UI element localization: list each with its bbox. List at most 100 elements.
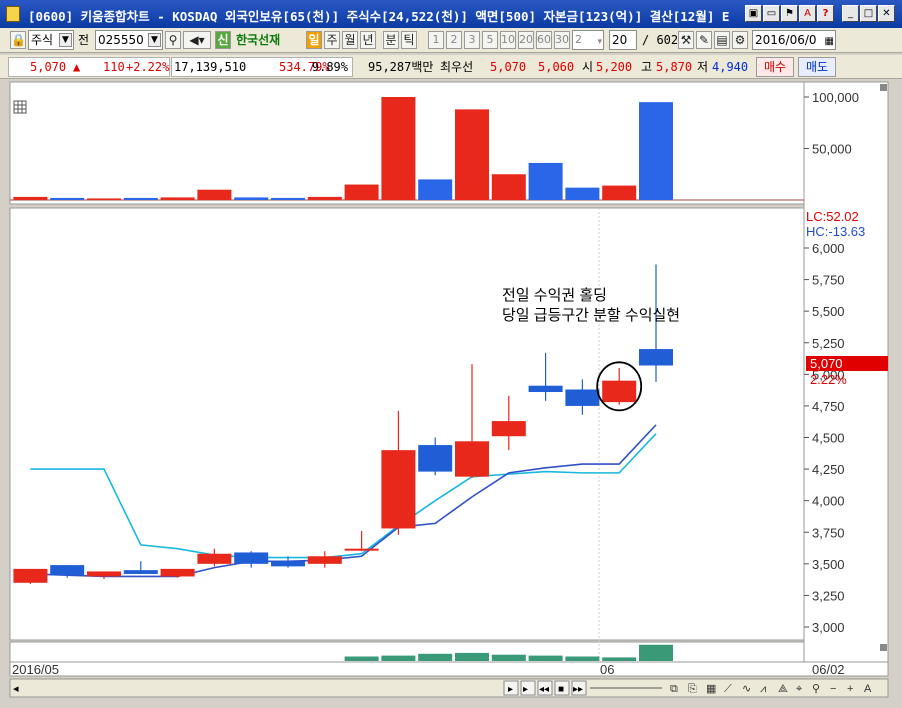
grid-icon[interactable]: [13, 100, 27, 114]
interval-10[interactable]: 10: [500, 31, 516, 49]
interval-3[interactable]: 3: [464, 31, 480, 49]
draw-icon[interactable]: ✎: [696, 31, 712, 49]
interval-20[interactable]: 20: [518, 31, 534, 49]
volume-bar: [418, 179, 453, 200]
tile-icon[interactable]: ▣: [745, 5, 762, 22]
tab-minute[interactable]: 분: [383, 31, 399, 49]
grid-toggle-icon[interactable]: ▦: [706, 683, 716, 695]
tab-tick[interactable]: 틱: [401, 31, 417, 49]
x-label-end: 06/02: [812, 662, 845, 677]
macd-bar: [565, 656, 600, 661]
title-bar: [0600] 키움종합차트 - KOSDAQ 외국인보유[65(천)] 주식수[…: [0, 0, 902, 28]
volume-bar: [13, 196, 48, 200]
total-count: / 602: [642, 33, 679, 47]
cursor-icon[interactable]: ⌖: [796, 683, 802, 695]
window-icon[interactable]: ▭: [763, 5, 780, 22]
flag-icon[interactable]: ⚑: [781, 5, 798, 22]
zoom-icon[interactable]: ⚲: [812, 683, 820, 695]
scroll-left-icon[interactable]: ◂: [13, 683, 19, 695]
macd-bar: [491, 654, 526, 661]
candle-body: [639, 349, 673, 366]
close-macd-icon[interactable]: [880, 644, 887, 651]
volume-bar: [455, 109, 489, 200]
rewind-button[interactable]: ◂◂: [539, 684, 549, 695]
code-input[interactable]: 025550 ▼: [95, 30, 163, 50]
price-tick-label: 5,750: [812, 273, 845, 288]
scroll-right-button[interactable]: ▸: [508, 684, 513, 695]
price-panel: [9, 207, 805, 641]
chart-toolbar: 🔒 주식 ▼ 전 025550 ▼ ⚲ ◀▾ 신 한국선재 일 주 월 년 분 틱 …: [0, 28, 902, 53]
help-icon[interactable]: ?: [817, 5, 834, 22]
interval-custom[interactable]: 2 ▾: [572, 30, 604, 50]
up-arrow-icon: ▲: [73, 60, 81, 74]
price-change-pct: +2.22%: [126, 60, 170, 74]
volume-tick-label: 50,000: [812, 142, 852, 157]
low-price: 4,940: [712, 60, 749, 74]
zoom-in-icon[interactable]: +: [847, 683, 853, 695]
volume-bar: [639, 102, 673, 200]
stop-button[interactable]: ■: [558, 684, 564, 695]
interval-2[interactable]: 2: [446, 31, 462, 49]
maximize-button[interactable]: □: [860, 5, 877, 22]
scroll-bar[interactable]: [9, 678, 889, 698]
annotation-line-2: 당일 급등구간 분할 수익실현: [502, 307, 680, 324]
settings-icon[interactable]: ⚙: [732, 31, 748, 49]
lock-icon[interactable]: 🔒: [10, 31, 26, 49]
candle-body: [565, 389, 600, 406]
tool-icon[interactable]: ⚒: [678, 31, 694, 49]
price-tick-label: 4,250: [812, 462, 845, 477]
prefix-label: 전: [78, 33, 90, 47]
search-icon[interactable]: ⚲: [165, 31, 181, 49]
new-badge: 신: [215, 31, 231, 49]
layout-icon[interactable]: ⧉: [670, 683, 678, 695]
tab-monthly[interactable]: 월: [342, 31, 358, 49]
candle-body: [234, 552, 269, 564]
interval-1[interactable]: 1: [428, 31, 444, 49]
volume-bar: [197, 189, 232, 200]
minimize-button[interactable]: _: [842, 5, 859, 22]
volume-bar: [565, 187, 600, 200]
company-name[interactable]: 한국선재: [233, 30, 303, 50]
buy-button[interactable]: 매수: [756, 57, 794, 77]
tab-daily[interactable]: 일: [306, 31, 322, 49]
interval-5[interactable]: 5: [482, 31, 498, 49]
copy-icon[interactable]: ⎘: [688, 683, 697, 695]
macd-bar: [418, 653, 453, 661]
volume-bar: [160, 197, 195, 200]
wave-tool-icon[interactable]: ∿: [742, 683, 751, 695]
interval-30[interactable]: 30: [554, 31, 570, 49]
close-panel-icon[interactable]: [880, 84, 887, 91]
date-input[interactable]: 2016/06/0 ▦: [752, 30, 836, 50]
forward-button[interactable]: ▸▸: [573, 684, 583, 695]
play-back-button[interactable]: ▸: [523, 684, 528, 695]
legend-hc: HC:-13.63: [806, 224, 865, 239]
candle-body: [197, 553, 232, 564]
tab-yearly[interactable]: 년: [360, 31, 376, 49]
line-tool-icon[interactable]: ⟋: [724, 683, 732, 695]
close-button[interactable]: ✕: [878, 5, 895, 22]
chart-area[interactable]: 100,00050,000 6,0005,7505,5005,2505,0004…: [0, 80, 902, 708]
sell-button[interactable]: 매도: [798, 57, 836, 77]
alert-icon[interactable]: A: [799, 5, 816, 22]
sound-icon[interactable]: ◀▾: [183, 31, 211, 49]
candle-body: [381, 450, 416, 529]
price-tick-label: 3,000: [812, 620, 845, 635]
tab-weekly[interactable]: 주: [324, 31, 340, 49]
text-size-icon[interactable]: A: [864, 683, 872, 695]
price-tick-label: 3,250: [812, 588, 845, 603]
volume-bar: [234, 197, 269, 200]
market-select[interactable]: 주식 ▼: [28, 30, 74, 50]
count-input[interactable]: 20: [609, 30, 637, 50]
interval-60[interactable]: 60: [536, 31, 552, 49]
macd-bar: [528, 655, 563, 661]
candle-body: [50, 565, 85, 576]
fan-tool-icon[interactable]: ⟁: [778, 683, 788, 695]
trend-tool-icon[interactable]: ⩘: [760, 683, 766, 695]
price-tick-label: 4,750: [812, 399, 845, 414]
price-tick-label: 5,500: [812, 304, 845, 319]
volume-bar: [123, 197, 158, 200]
zoom-out-icon[interactable]: −: [830, 683, 836, 695]
macd-bar: [639, 644, 673, 661]
macd-bar: [381, 655, 416, 661]
save-icon[interactable]: ▤: [714, 31, 730, 49]
